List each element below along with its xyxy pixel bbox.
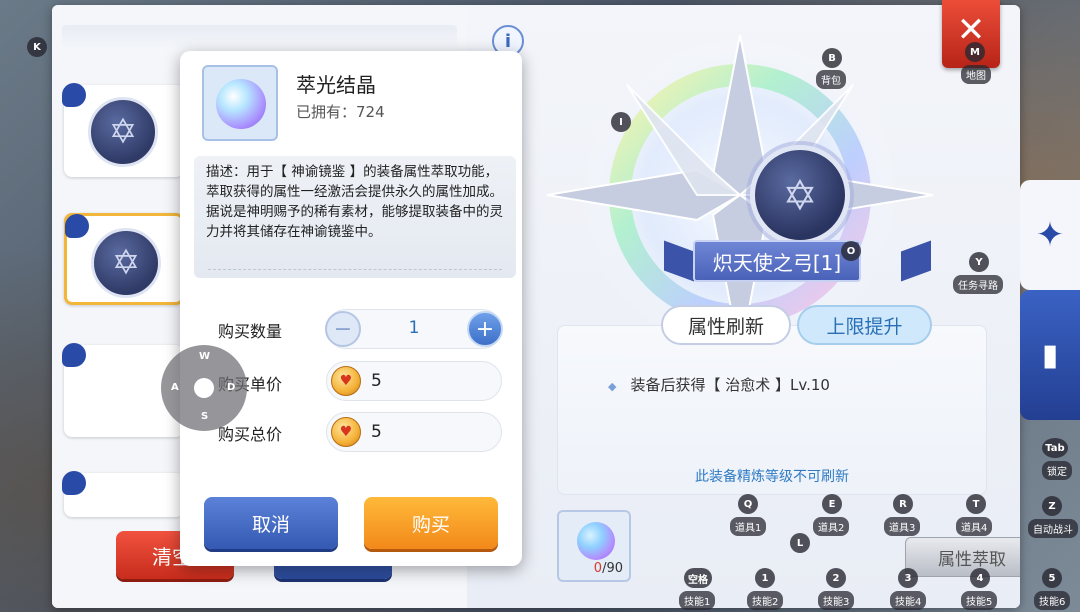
buy-button[interactable]: 购买: [364, 497, 498, 549]
hotkey-r: R: [893, 494, 913, 514]
item-description: 描述：用于【 神谕镜鉴 】的装备属性萃取功能，萃取获得的属性一经激活会提供永久的…: [194, 156, 516, 278]
coin-icon: ♥: [331, 366, 361, 396]
hotkey-space: 空格: [684, 568, 712, 588]
extract-button[interactable]: 属性萃取: [905, 537, 1020, 577]
slot-badge-icon: [65, 214, 89, 238]
tab-limit-raise[interactable]: 上限提升: [797, 305, 932, 345]
cancel-button[interactable]: 取消: [204, 497, 338, 549]
joystick-right: D: [227, 382, 236, 393]
movement-joystick[interactable]: W A S D: [161, 345, 247, 431]
hotkey-r-label: 道具3: [884, 517, 921, 536]
hotkey-y-label: 任务寻路: [953, 275, 1003, 294]
tab-attribute-refresh[interactable]: 属性刷新: [661, 305, 791, 345]
material-count: 0/90: [593, 561, 623, 576]
hotkey-3-label: 技能4: [890, 591, 927, 610]
owned-count: 已拥有：724: [296, 103, 385, 121]
total-price-label: 购买总价: [218, 425, 283, 444]
slot-badge-icon: [62, 343, 86, 367]
hotkey-b: B: [822, 48, 842, 68]
unit-price-field: ♥ 5: [326, 361, 502, 401]
hotkey-z-label: 自动战斗: [1028, 519, 1078, 538]
hotkey-2-label: 技能3: [818, 591, 855, 610]
hexagram-icon: ✡: [91, 228, 161, 298]
description-line-1: 描述：用于【 神谕镜鉴 】的装备属性萃取功能，萃取获得的属性一经激活会提供永久的…: [206, 164, 503, 200]
hotkey-l: L: [790, 533, 810, 553]
total-price-value: 5: [371, 422, 382, 442]
hotkey-o: O: [841, 241, 861, 261]
hotkey-e: E: [822, 494, 842, 514]
joystick-up: W: [199, 351, 211, 362]
hotkey-4: 4: [970, 568, 990, 588]
hotkey-5-label: 技能6: [1034, 591, 1071, 610]
slot-card-4[interactable]: [62, 471, 184, 517]
sword-badge-icon: [62, 83, 86, 107]
joystick-left: A: [171, 382, 179, 393]
hotkey-y: Y: [969, 252, 989, 272]
hotkey-3: 3: [898, 568, 918, 588]
coin-icon: ♥: [331, 417, 361, 447]
slot-card-1[interactable]: ✡: [62, 83, 184, 177]
hotkey-t: T: [966, 494, 986, 514]
hotkey-m-label: 地图: [961, 65, 991, 84]
unit-price-value: 5: [371, 371, 382, 391]
material-slot[interactable]: 0/90: [557, 510, 631, 582]
equipment-name: 炽天使之弓[1]: [693, 240, 861, 282]
quantity-stepper: − 1 +: [325, 309, 503, 349]
hotkey-k: K: [27, 37, 47, 57]
hotkey-5: 5: [1042, 568, 1062, 588]
attribute-panel: ◆ 装备后获得【 治愈术 】Lv.10 此装备精炼等级不可刷新: [557, 325, 987, 495]
attribute-line: ◆ 装备后获得【 治愈术 】Lv.10: [608, 374, 830, 395]
hotkey-z: Z: [1042, 496, 1062, 516]
crystal-icon: [577, 522, 615, 560]
hotkey-space-label: 技能1: [679, 591, 716, 610]
attribute-text: 装备后获得【 治愈术 】Lv.10: [630, 376, 830, 394]
hotkey-i: I: [611, 112, 631, 132]
hotkey-t-label: 道具4: [956, 517, 993, 536]
refine-note: 此装备精炼等级不可刷新: [695, 469, 849, 485]
slot-card-2[interactable]: ✡: [64, 213, 184, 305]
joystick-down: S: [201, 411, 209, 422]
bow-icon: ✡: [750, 145, 850, 245]
total-price-field: ♥ 5: [326, 412, 502, 452]
description-line-2: 据说是神明赐予的稀有素材，能够提取装备中的灵力并将其储存在神谕镜鉴中。: [206, 204, 503, 240]
hotkey-4-label: 技能5: [961, 591, 998, 610]
quantity-label: 购买数量: [218, 322, 283, 341]
hotkey-tab: Tab: [1042, 438, 1068, 458]
diamond-bullet-icon: ◆: [608, 380, 617, 393]
divider: [208, 269, 502, 270]
hotkey-e-label: 道具2: [813, 517, 850, 536]
hotkey-b-label: 背包: [816, 70, 846, 89]
slot-header-strip: [62, 25, 457, 51]
hotkey-q: Q: [738, 494, 758, 514]
slot-badge-icon: [62, 471, 86, 495]
hotkey-q-label: 道具1: [730, 517, 767, 536]
hotkey-m: M: [965, 42, 985, 62]
item-thumbnail: [202, 65, 278, 141]
hexagram-icon: ✡: [88, 97, 158, 167]
joystick-knob[interactable]: [194, 378, 214, 398]
compass-tab-icon[interactable]: ✦: [1020, 180, 1080, 290]
crystal-icon: [216, 79, 266, 129]
hotkey-1-label: 技能2: [747, 591, 784, 610]
hotkey-tab-label: 锁定: [1042, 461, 1072, 480]
hotkey-1: 1: [755, 568, 775, 588]
hotkey-2: 2: [826, 568, 846, 588]
plus-button[interactable]: +: [467, 311, 503, 347]
item-name: 萃光结晶: [296, 73, 376, 97]
purchase-dialog: 萃光结晶 已拥有：724 描述：用于【 神谕镜鉴 】的装备属性萃取功能，萃取获得…: [180, 51, 522, 566]
book-tab-icon[interactable]: ▮: [1020, 290, 1080, 420]
